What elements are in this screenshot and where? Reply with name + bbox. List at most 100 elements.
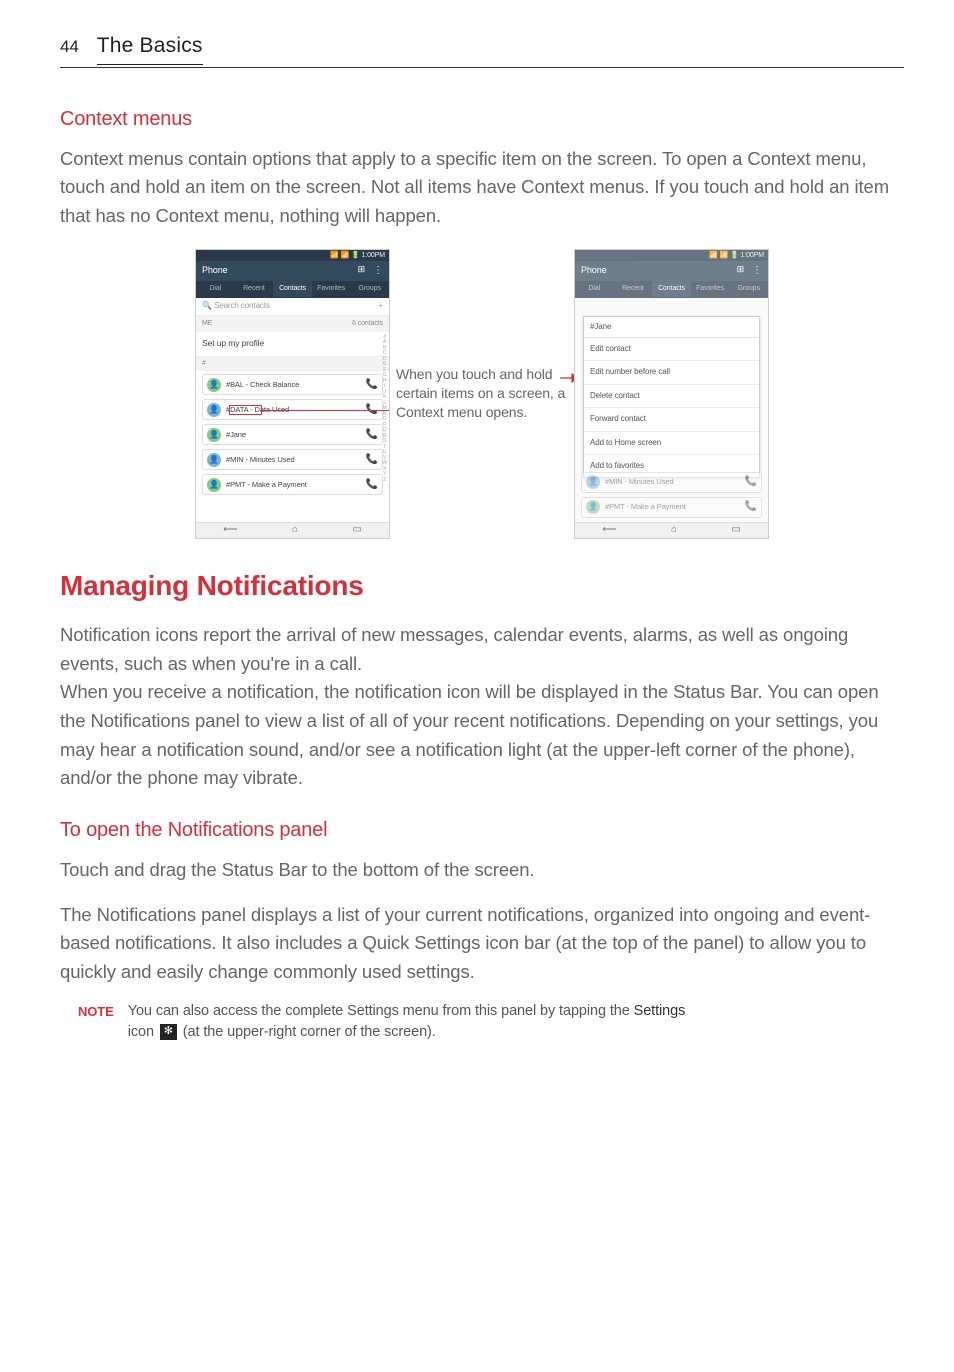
recent-apps-icon[interactable]: ▭ <box>731 522 740 538</box>
add-contact-icon[interactable]: ⊞ <box>737 263 744 279</box>
app-header: Phone ⊞ ⋮ <box>575 261 768 281</box>
contact-name: #BAL - Check Balance <box>226 379 366 391</box>
note-text: You can also access the complete Setting… <box>128 1001 686 1043</box>
list-item[interactable]: 👤 #MIN - Minutes Used📞 <box>581 472 762 493</box>
note-suffix: (at the upper-right corner of the screen… <box>179 1024 436 1040</box>
context-menus-paragraph: Context menus contain options that apply… <box>60 145 904 231</box>
figure-row: 📶 📶 🔋 1:00PM Phone ⊞ ⋮ Dial Recent Conta… <box>60 249 904 539</box>
page-number: 44 <box>60 34 79 60</box>
header-title: The Basics <box>97 30 203 65</box>
tab-recent[interactable]: Recent <box>614 281 653 298</box>
add-contact-icon[interactable]: ⊞ <box>358 263 365 279</box>
avatar: 👤 <box>586 500 600 514</box>
status-time: 1:00PM <box>361 252 385 259</box>
status-bar: 📶 📶 🔋 1:00PM <box>196 250 389 261</box>
phone-icon[interactable]: 📞 <box>745 499 757 515</box>
back-icon[interactable]: ⟵ <box>602 522 616 538</box>
nav-bar: ⟵ ⌂ ▭ <box>575 522 768 538</box>
context-menu-item[interactable]: Edit contact <box>584 338 759 361</box>
phone-icon[interactable]: 📞 <box>366 427 378 443</box>
context-menu-item[interactable]: Add to Home screen <box>584 432 759 455</box>
tab-groups[interactable]: Groups <box>729 281 768 298</box>
app-header: Phone ⊞ ⋮ <box>196 261 389 281</box>
tab-dial[interactable]: Dial <box>196 281 235 298</box>
settings-word: Settings <box>634 1003 686 1019</box>
tab-recent[interactable]: Recent <box>235 281 274 298</box>
home-icon[interactable]: ⌂ <box>292 522 298 538</box>
callout-text: When you touch and hold certain items on… <box>396 365 568 422</box>
avatar: 👤 <box>586 475 600 489</box>
avatar: 👤 <box>207 403 221 417</box>
context-menu-item[interactable]: Forward contact <box>584 408 759 431</box>
tab-dial[interactable]: Dial <box>575 281 614 298</box>
open-panel-para2: The Notifications panel displays a list … <box>60 901 904 987</box>
phone-icon[interactable]: 📞 <box>366 402 378 418</box>
app-title: Phone <box>202 264 228 278</box>
callout-label: When you touch and hold certain items on… <box>396 366 565 420</box>
avatar: 👤 <box>207 453 221 467</box>
contact-list: 👤#BAL - Check Balance📞 👤#DATA - Data Use… <box>196 371 389 521</box>
open-panel-para1: Touch and drag the Status Bar to the bot… <box>60 856 904 885</box>
contact-name: #PMT - Make a Payment <box>605 501 745 513</box>
phone-screen-right: 📶 📶 🔋 1:00PM Phone ⊞ ⋮ Dial Recent Conta… <box>574 249 769 539</box>
note-mid: icon <box>128 1024 158 1040</box>
phone-icon[interactable]: 📞 <box>366 452 378 468</box>
notifications-para2: When you receive a notification, the not… <box>60 678 904 793</box>
list-item[interactable]: 👤 #BAL - Check Balance📞 <box>202 374 383 395</box>
recent-apps-icon[interactable]: ▭ <box>352 522 361 538</box>
tab-favorites[interactable]: Favorites <box>312 281 351 298</box>
phone-icon[interactable]: 📞 <box>366 477 378 493</box>
search-bar[interactable]: 🔍 Search contacts + <box>196 298 389 316</box>
status-time: 1:00PM <box>740 252 764 259</box>
me-label: ME <box>202 319 212 330</box>
app-title: Phone <box>581 264 607 278</box>
profile-row[interactable]: Set up my profile <box>196 332 389 356</box>
notifications-para1: Notification icons report the arrival of… <box>60 621 904 678</box>
header-icons: ⊞ ⋮ <box>737 263 762 279</box>
tab-favorites[interactable]: Favorites <box>691 281 730 298</box>
more-icon[interactable]: ⋮ <box>373 263 383 279</box>
nav-bar: ⟵ ⌂ ▭ <box>196 522 389 538</box>
managing-notifications-heading: Managing Notifications <box>60 564 904 607</box>
me-row: ME 6 contacts <box>196 316 389 333</box>
gear-icon: ✻ <box>160 1024 177 1040</box>
context-menus-heading: Context menus <box>60 104 904 135</box>
avatar: 👤 <box>207 378 221 392</box>
contacts-count: 6 contacts <box>352 319 383 330</box>
hash-row: # <box>196 357 389 372</box>
list-item[interactable]: 👤#Jane📞 <box>202 424 383 445</box>
context-menu-item[interactable]: Delete contact <box>584 385 759 408</box>
open-panel-heading: To open the Notifications panel <box>60 815 904 846</box>
note-block: NOTE You can also access the complete Se… <box>60 1001 904 1043</box>
list-item[interactable]: 👤#MIN - Minutes Used📞 <box>202 449 383 470</box>
search-icon: 🔍 Search contacts <box>202 300 270 312</box>
contact-name: #MIN - Minutes Used <box>605 476 745 488</box>
page-header: 44 The Basics <box>60 30 904 68</box>
note-label: NOTE <box>78 1001 114 1043</box>
search-placeholder: Search contacts <box>214 301 270 310</box>
note-prefix: You can also access the complete Setting… <box>128 1003 634 1019</box>
contact-name: #PMT - Make a Payment <box>226 479 366 491</box>
more-icon[interactable]: ⋮ <box>752 263 762 279</box>
home-icon[interactable]: ⌂ <box>671 522 677 538</box>
alpha-index[interactable]: #ABCDEFGHIJKLMNOPQRSTUVWXYZ <box>382 335 387 484</box>
context-menu-item[interactable]: Edit number before call <box>584 361 759 384</box>
app-tabs: Dial Recent Contacts Favorites Groups <box>196 281 389 298</box>
phone-icon[interactable]: 📞 <box>745 474 757 490</box>
tab-contacts[interactable]: Contacts <box>273 281 312 298</box>
back-icon[interactable]: ⟵ <box>223 522 237 538</box>
list-item[interactable]: 👤#PMT - Make a Payment📞 <box>202 474 383 495</box>
list-item[interactable]: 👤 #PMT - Make a Payment📞 <box>581 497 762 518</box>
header-icons: ⊞ ⋮ <box>358 263 383 279</box>
phone-icon[interactable]: 📞 <box>366 377 378 393</box>
tab-groups[interactable]: Groups <box>350 281 389 298</box>
list-item[interactable]: 👤#DATA - Data Used📞 <box>202 399 383 420</box>
context-menu-title: #Jane <box>584 317 759 338</box>
add-icon[interactable]: + <box>378 300 383 312</box>
tab-contacts[interactable]: Contacts <box>652 281 691 298</box>
status-bar: 📶 📶 🔋 1:00PM <box>575 250 768 261</box>
phone-screen-left: 📶 📶 🔋 1:00PM Phone ⊞ ⋮ Dial Recent Conta… <box>195 249 390 539</box>
context-menu: #Jane Edit contact Edit number before ca… <box>583 316 760 479</box>
app-tabs: Dial Recent Contacts Favorites Groups <box>575 281 768 298</box>
avatar: 👤 <box>207 428 221 442</box>
